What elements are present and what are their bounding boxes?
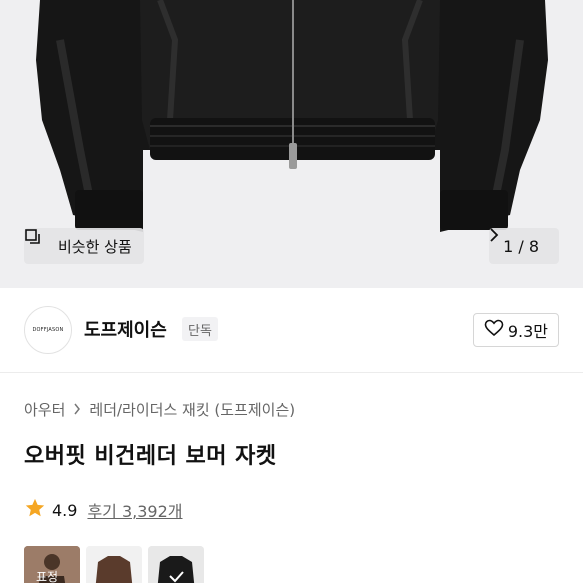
image-counter[interactable]: 1 / 8: [489, 228, 559, 264]
like-count: 9.3만: [507, 322, 548, 341]
brand-logo-text: DOFFJASON: [32, 327, 64, 333]
exclusive-badge: 단독: [182, 317, 218, 341]
product-title: 오버핏 비건레더 보머 자켓: [24, 444, 277, 469]
similar-products-button[interactable]: 비슷한 상품: [24, 228, 144, 264]
thumbnail-brown[interactable]: [86, 546, 142, 583]
thumbnail-model[interactable]: 표정: [24, 546, 80, 583]
image-counter-text: 1 / 8: [503, 236, 539, 256]
like-button[interactable]: 9.3만: [472, 313, 559, 347]
review-count-link[interactable]: 후기 3,392개: [87, 498, 182, 522]
similar-icon: [25, 229, 52, 255]
breadcrumb: 아우터 레더/라이더스 재킷 (도프제이슨): [24, 399, 295, 420]
similar-products-label: 비슷한 상품: [58, 237, 132, 256]
color-thumbnails: 표정: [24, 546, 204, 583]
brand-row: DOFFJASON 도프제이슨 단독 9.3만: [0, 288, 583, 372]
divider: [0, 372, 583, 373]
thumbnail-black[interactable]: [148, 546, 204, 583]
brand-logo[interactable]: DOFFJASON: [24, 306, 72, 354]
product-image[interactable]: 비슷한 상품 1 / 8: [0, 0, 583, 288]
star-icon: [24, 497, 46, 523]
rating: 4.9 후기 3,392개: [24, 497, 183, 523]
heart-icon: [484, 319, 504, 341]
brand-name[interactable]: 도프제이슨: [84, 316, 167, 342]
rating-score: 4.9: [52, 500, 78, 520]
thumbnail-tag: 표정: [36, 570, 59, 583]
breadcrumb-category[interactable]: 아우터: [24, 399, 65, 420]
breadcrumb-subcategory[interactable]: 레더/라이더스 재킷 (도프제이슨): [89, 399, 295, 420]
chevron-right-icon: [73, 401, 81, 419]
